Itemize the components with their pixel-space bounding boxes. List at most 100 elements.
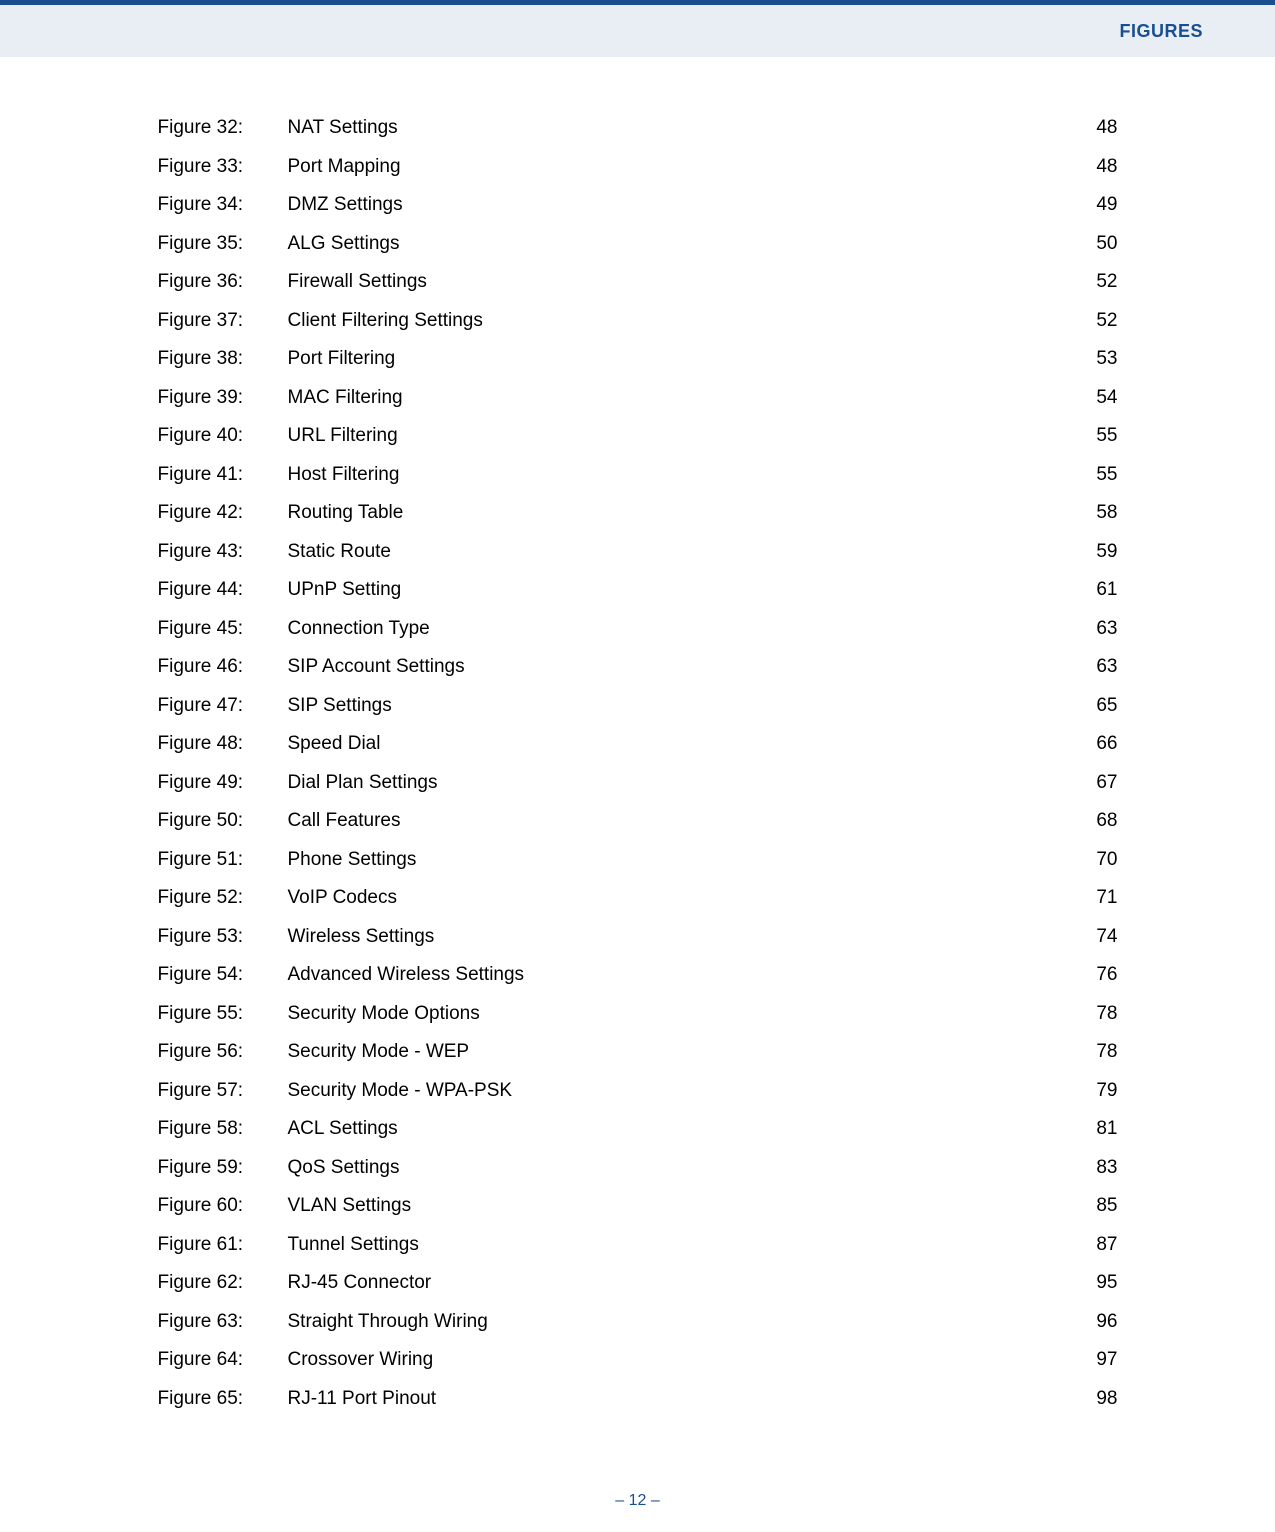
figure-label: Figure 39:	[158, 387, 288, 409]
figure-page: 87	[1068, 1234, 1118, 1256]
figure-title: Port Filtering	[288, 348, 1068, 370]
figure-page: 79	[1068, 1080, 1118, 1102]
figure-row: Figure 38:Port Filtering53	[158, 348, 1118, 387]
figure-label: Figure 38:	[158, 348, 288, 370]
figure-page: 61	[1068, 579, 1118, 601]
figure-title: Straight Through Wiring	[288, 1311, 1068, 1333]
figure-row: Figure 34:DMZ Settings49	[158, 194, 1118, 233]
figure-title: ACL Settings	[288, 1118, 1068, 1140]
figure-title: Phone Settings	[288, 849, 1068, 871]
figure-row: Figure 33:Port Mapping48	[158, 156, 1118, 195]
figure-page: 55	[1068, 464, 1118, 486]
figure-label: Figure 59:	[158, 1157, 288, 1179]
figure-page: 48	[1068, 117, 1118, 139]
figure-title: NAT Settings	[288, 117, 1068, 139]
figure-page: 78	[1068, 1041, 1118, 1063]
figure-label: Figure 52:	[158, 887, 288, 909]
figure-page: 98	[1068, 1388, 1118, 1410]
figure-page: 97	[1068, 1349, 1118, 1371]
figure-row: Figure 41:Host Filtering55	[158, 464, 1118, 503]
page-footer: – 12 –	[0, 1492, 1275, 1510]
figure-page: 96	[1068, 1311, 1118, 1333]
figure-row: Figure 63:Straight Through Wiring96	[158, 1311, 1118, 1350]
figure-label: Figure 40:	[158, 425, 288, 447]
figure-title: Routing Table	[288, 502, 1068, 524]
figure-page: 54	[1068, 387, 1118, 409]
figure-page: 67	[1068, 772, 1118, 794]
figure-title: Speed Dial	[288, 733, 1068, 755]
figure-label: Figure 54:	[158, 964, 288, 986]
figure-row: Figure 53:Wireless Settings74	[158, 926, 1118, 965]
figure-title: VLAN Settings	[288, 1195, 1068, 1217]
figure-page: 78	[1068, 1003, 1118, 1025]
figure-title: VoIP Codecs	[288, 887, 1068, 909]
figure-title: Connection Type	[288, 618, 1068, 640]
figure-page: 76	[1068, 964, 1118, 986]
figure-row: Figure 42:Routing Table58	[158, 502, 1118, 541]
figure-page: 66	[1068, 733, 1118, 755]
figure-label: Figure 36:	[158, 271, 288, 293]
figure-title: ALG Settings	[288, 233, 1068, 255]
figure-label: Figure 60:	[158, 1195, 288, 1217]
figure-page: 95	[1068, 1272, 1118, 1294]
figure-title: Security Mode - WEP	[288, 1041, 1068, 1063]
figure-label: Figure 48:	[158, 733, 288, 755]
figure-row: Figure 32:NAT Settings48	[158, 117, 1118, 156]
figure-title: Dial Plan Settings	[288, 772, 1068, 794]
header-title: FIGURES	[1119, 21, 1203, 42]
figure-row: Figure 51:Phone Settings70	[158, 849, 1118, 888]
figure-page: 71	[1068, 887, 1118, 909]
figure-label: Figure 62:	[158, 1272, 288, 1294]
figure-page: 65	[1068, 695, 1118, 717]
figure-row: Figure 50:Call Features68	[158, 810, 1118, 849]
figure-row: Figure 48:Speed Dial66	[158, 733, 1118, 772]
figure-title: RJ-11 Port Pinout	[288, 1388, 1068, 1410]
figure-label: Figure 65:	[158, 1388, 288, 1410]
figure-label: Figure 42:	[158, 502, 288, 524]
figure-label: Figure 32:	[158, 117, 288, 139]
figure-label: Figure 47:	[158, 695, 288, 717]
figure-page: 48	[1068, 156, 1118, 178]
figure-row: Figure 47:SIP Settings65	[158, 695, 1118, 734]
figure-title: DMZ Settings	[288, 194, 1068, 216]
figure-title: Client Filtering Settings	[288, 310, 1068, 332]
figure-row: Figure 55:Security Mode Options78	[158, 1003, 1118, 1042]
page-number: – 12 –	[615, 1492, 659, 1509]
figure-title: UPnP Setting	[288, 579, 1068, 601]
figure-row: Figure 65:RJ-11 Port Pinout98	[158, 1388, 1118, 1427]
figure-page: 68	[1068, 810, 1118, 832]
figure-page: 63	[1068, 656, 1118, 678]
figure-page: 50	[1068, 233, 1118, 255]
figure-page: 70	[1068, 849, 1118, 871]
figure-label: Figure 46:	[158, 656, 288, 678]
figure-label: Figure 49:	[158, 772, 288, 794]
figure-row: Figure 37:Client Filtering Settings52	[158, 310, 1118, 349]
figure-row: Figure 62:RJ-45 Connector95	[158, 1272, 1118, 1311]
figure-label: Figure 34:	[158, 194, 288, 216]
figure-page: 81	[1068, 1118, 1118, 1140]
figure-label: Figure 51:	[158, 849, 288, 871]
figure-row: Figure 36:Firewall Settings52	[158, 271, 1118, 310]
figure-row: Figure 40:URL Filtering55	[158, 425, 1118, 464]
figure-title: Advanced Wireless Settings	[288, 964, 1068, 986]
figure-label: Figure 63:	[158, 1311, 288, 1333]
figure-row: Figure 61:Tunnel Settings87	[158, 1234, 1118, 1273]
figure-label: Figure 33:	[158, 156, 288, 178]
figure-label: Figure 56:	[158, 1041, 288, 1063]
figure-row: Figure 57:Security Mode - WPA-PSK79	[158, 1080, 1118, 1119]
figure-label: Figure 41:	[158, 464, 288, 486]
figure-title: SIP Account Settings	[288, 656, 1068, 678]
figure-page: 63	[1068, 618, 1118, 640]
figure-row: Figure 46:SIP Account Settings63	[158, 656, 1118, 695]
figure-row: Figure 58:ACL Settings81	[158, 1118, 1118, 1157]
figure-page: 59	[1068, 541, 1118, 563]
figure-page: 53	[1068, 348, 1118, 370]
figure-label: Figure 64:	[158, 1349, 288, 1371]
figure-title: Wireless Settings	[288, 926, 1068, 948]
figure-row: Figure 60:VLAN Settings85	[158, 1195, 1118, 1234]
figure-row: Figure 35:ALG Settings50	[158, 233, 1118, 272]
figure-title: Firewall Settings	[288, 271, 1068, 293]
figure-title: QoS Settings	[288, 1157, 1068, 1179]
figure-label: Figure 45:	[158, 618, 288, 640]
figure-label: Figure 55:	[158, 1003, 288, 1025]
